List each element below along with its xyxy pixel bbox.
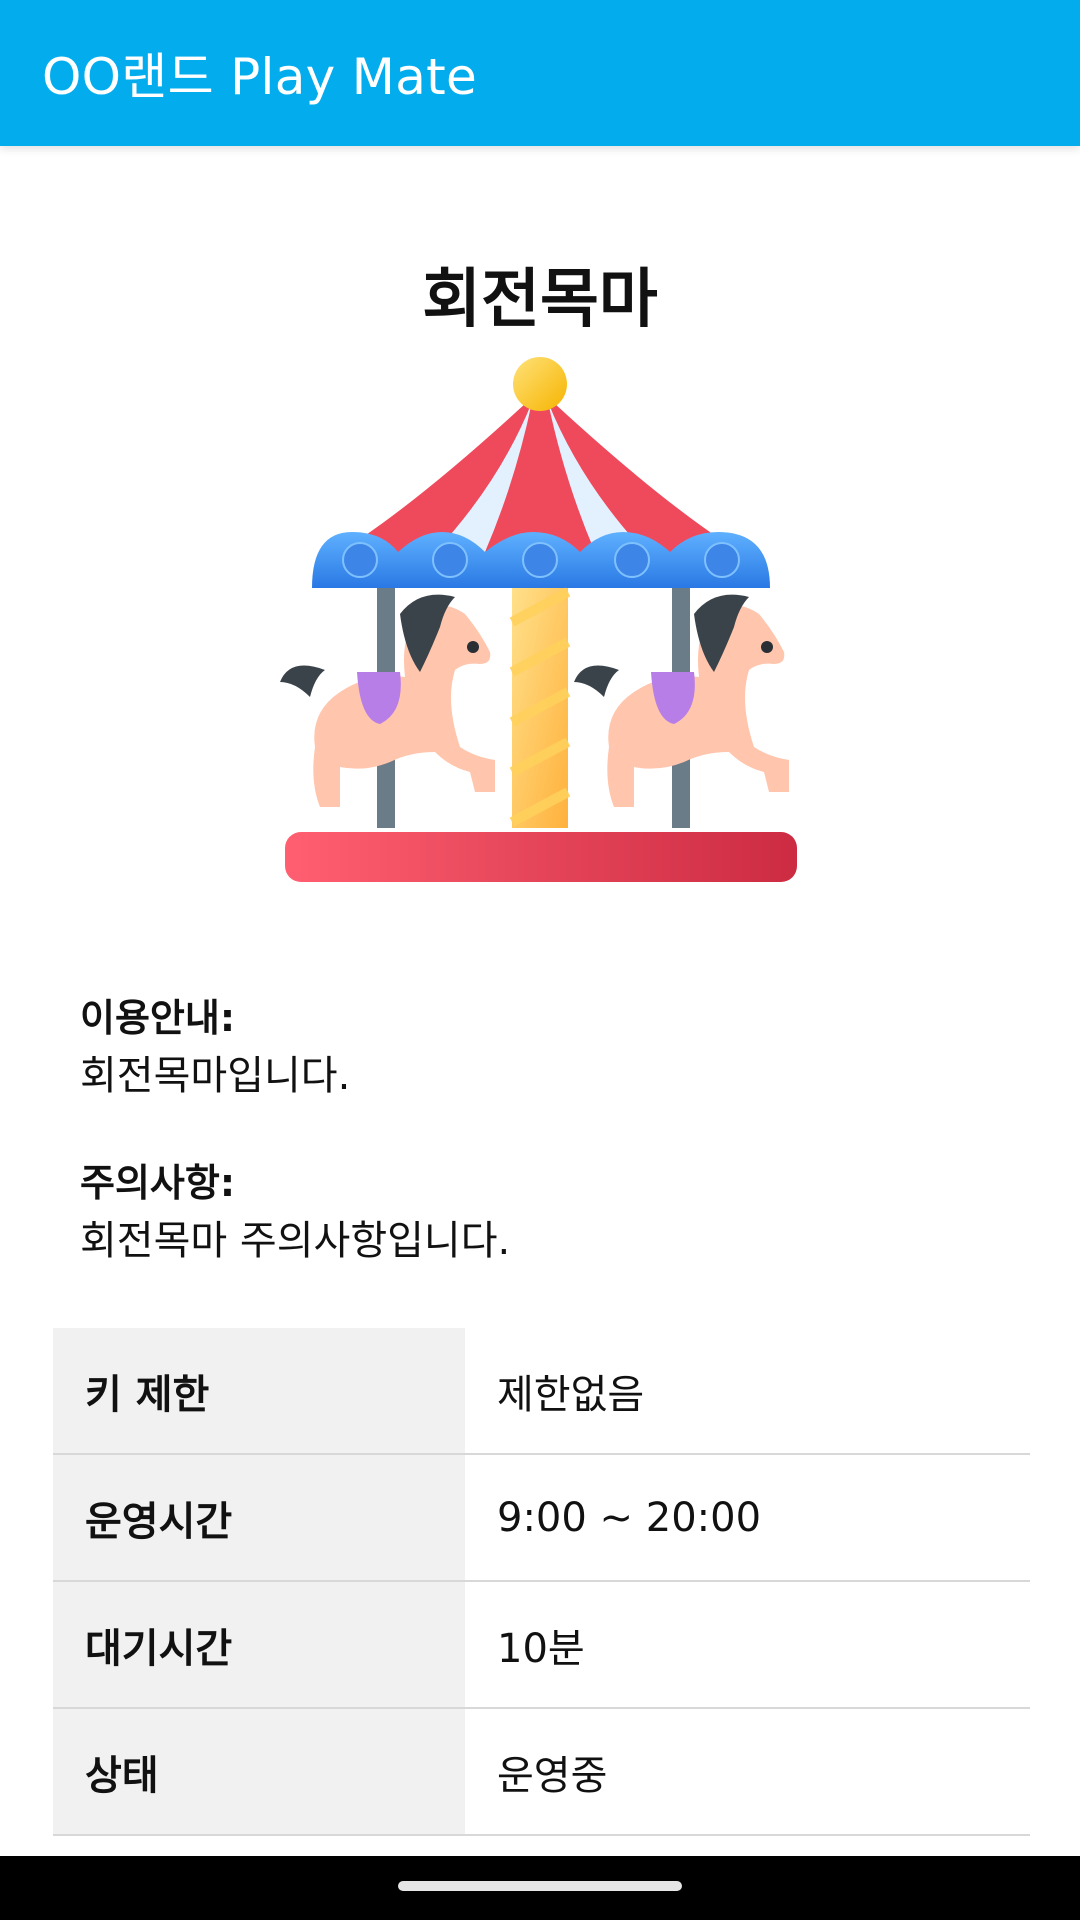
table-row: 상태 운영중: [53, 1708, 1030, 1836]
height-limit-value: 제한없음: [465, 1328, 1030, 1455]
status-label: 상태: [53, 1708, 465, 1836]
table-row: 키 제한 제한없음: [53, 1328, 1030, 1455]
home-indicator[interactable]: [398, 1881, 682, 1891]
caution-section: 주의사항: 회전목마 주의사항입니다.: [80, 1155, 510, 1271]
carousel-illustration: [270, 352, 810, 892]
status-value: 운영중: [465, 1708, 1030, 1836]
hours-value: 9:00 ~ 20:00: [465, 1454, 1030, 1582]
guide-label: 이용안내:: [80, 996, 236, 1040]
table-row: 대기시간 10분: [53, 1581, 1030, 1709]
wait-time-value: 10분: [465, 1581, 1030, 1709]
caution-label: 주의사항:: [80, 1161, 236, 1205]
app-title: OO랜드 Play Mate: [42, 48, 478, 106]
guide-text: 회전목마입니다.: [80, 1053, 351, 1099]
height-limit-label: 키 제한: [53, 1328, 465, 1455]
table-row: 운영시간 9:00 ~ 20:00: [53, 1454, 1030, 1582]
hours-label: 운영시간: [53, 1454, 465, 1582]
ride-detail-table: 키 제한 제한없음 운영시간 9:00 ~ 20:00 대기시간 10분 상태 …: [53, 1328, 1030, 1836]
caution-text: 회전목마 주의사항입니다.: [80, 1218, 511, 1264]
app-bar: OO랜드 Play Mate: [0, 0, 1080, 146]
wait-time-label: 대기시간: [53, 1581, 465, 1709]
ride-title: 회전목마: [422, 263, 658, 337]
guide-section: 이용안내: 회전목마입니다.: [80, 990, 350, 1106]
carousel-icon: [280, 357, 797, 882]
